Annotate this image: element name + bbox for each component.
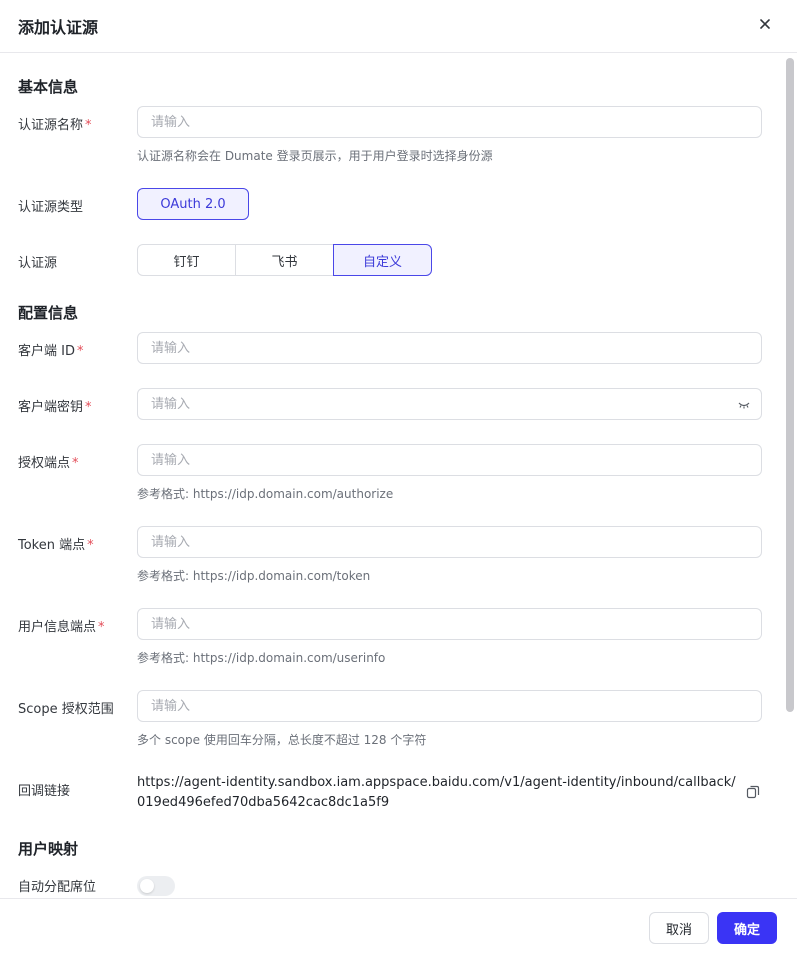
dialog-footer: 取消 确定 — [0, 898, 797, 955]
name-hint: 认证源名称会在 Dumate 登录页展示，用于用户登录时选择身份源 — [137, 149, 493, 163]
section-basic-info: 基本信息 — [18, 78, 79, 96]
auth-endpoint-input[interactable] — [138, 445, 761, 475]
source-option-feishu[interactable]: 飞书 — [235, 244, 334, 276]
userinfo-endpoint-label: 用户信息端点 * — [18, 620, 105, 635]
toggle-knob — [140, 879, 154, 893]
oauth-type-button[interactable]: OAuth 2.0 — [137, 188, 249, 220]
scrollbar-thumb[interactable] — [786, 58, 794, 712]
dialog-header: 添加认证源 — [0, 0, 797, 53]
auth-endpoint-label: 授权端点 * — [18, 456, 79, 471]
type-label: 认证源类型 — [18, 200, 84, 215]
section-config-info: 配置信息 — [18, 304, 79, 322]
dialog-title: 添加认证源 — [18, 18, 99, 37]
section-user-mapping: 用户映射 — [18, 840, 79, 858]
source-label: 认证源 — [18, 256, 58, 271]
auto-seat-label: 自动分配席位 — [18, 880, 97, 895]
confirm-button[interactable]: 确定 — [717, 912, 777, 944]
callback-url: https://agent-identity.sandbox.iam.appsp… — [137, 775, 736, 810]
name-field[interactable] — [137, 106, 762, 138]
source-option-dingtalk[interactable]: 钉钉 — [137, 244, 236, 276]
name-label: 认证源名称 * — [18, 118, 92, 133]
auto-seat-toggle[interactable] — [137, 876, 175, 896]
client-secret-label: 客户端密钥 * — [18, 400, 92, 415]
scope-label: Scope 授权范围 — [18, 702, 114, 717]
close-icon[interactable] — [756, 15, 774, 33]
userinfo-endpoint-hint: 参考格式: https://idp.domain.com/userinfo — [137, 651, 386, 665]
auth-endpoint-hint: 参考格式: https://idp.domain.com/authorize — [137, 487, 394, 501]
scope-hint: 多个 scope 使用回车分隔，总长度不超过 128 个字符 — [137, 733, 427, 747]
name-input[interactable] — [138, 107, 761, 137]
client-id-field[interactable] — [137, 332, 762, 364]
token-endpoint-hint: 参考格式: https://idp.domain.com/token — [137, 569, 371, 583]
userinfo-endpoint-input[interactable] — [138, 609, 761, 639]
client-secret-input[interactable] — [138, 389, 761, 419]
client-secret-field[interactable] — [137, 388, 762, 420]
scope-input[interactable] — [138, 691, 761, 721]
scope-field[interactable] — [137, 690, 762, 722]
client-id-input[interactable] — [138, 333, 761, 363]
copy-icon[interactable] — [746, 785, 760, 799]
source-option-custom[interactable]: 自定义 — [333, 244, 432, 276]
auth-endpoint-field[interactable] — [137, 444, 762, 476]
token-endpoint-input[interactable] — [138, 527, 761, 557]
eye-closed-icon[interactable] — [737, 399, 751, 411]
cancel-button[interactable]: 取消 — [649, 912, 709, 944]
token-endpoint-label: Token 端点 * — [18, 538, 94, 553]
token-endpoint-field[interactable] — [137, 526, 762, 558]
callback-label: 回调链接 — [18, 784, 71, 799]
userinfo-endpoint-field[interactable] — [137, 608, 762, 640]
dialog-body[interactable]: 基本信息 认证源名称* 认证源名称会在 Dumate 登录页展示，用于用户登录时… — [0, 54, 797, 898]
source-segmented: 钉钉 飞书 自定义 — [137, 244, 432, 276]
client-id-label: 客户端 ID * — [18, 344, 84, 359]
